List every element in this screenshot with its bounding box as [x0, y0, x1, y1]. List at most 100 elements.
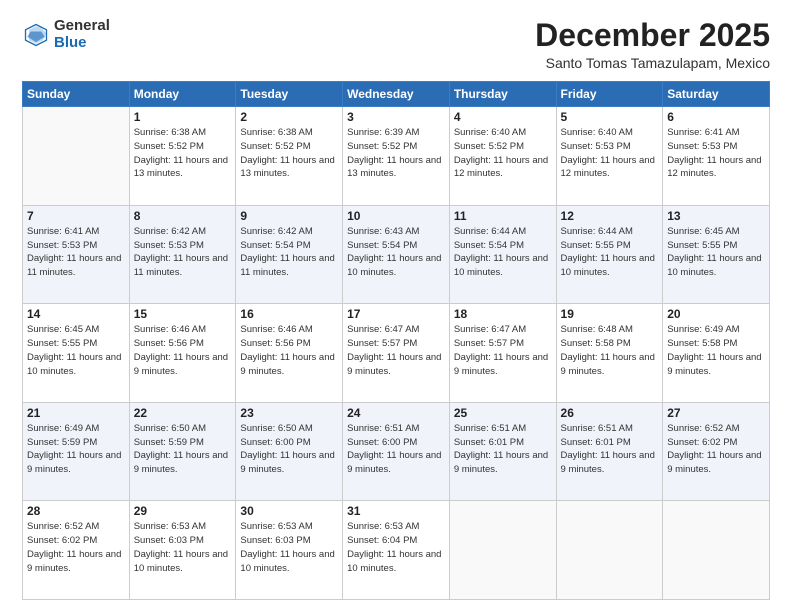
day-number: 14 — [27, 307, 125, 321]
header-saturday: Saturday — [663, 82, 770, 107]
sun-info: Sunrise: 6:51 AM Sunset: 6:01 PM Dayligh… — [454, 422, 552, 477]
day-number: 17 — [347, 307, 445, 321]
header-wednesday: Wednesday — [343, 82, 450, 107]
day-number: 2 — [240, 110, 338, 124]
sun-info: Sunrise: 6:48 AM Sunset: 5:58 PM Dayligh… — [561, 323, 659, 378]
sun-info: Sunrise: 6:53 AM Sunset: 6:04 PM Dayligh… — [347, 520, 445, 575]
sun-info: Sunrise: 6:52 AM Sunset: 6:02 PM Dayligh… — [27, 520, 125, 575]
sun-info: Sunrise: 6:46 AM Sunset: 5:56 PM Dayligh… — [240, 323, 338, 378]
header-monday: Monday — [129, 82, 236, 107]
calendar-cell: 22Sunrise: 6:50 AM Sunset: 5:59 PM Dayli… — [129, 402, 236, 501]
calendar-cell: 31 Sunrise: 6:53 AM Sunset: 6:04 PM Dayli… — [343, 501, 450, 600]
day-number: 29 — [134, 504, 232, 518]
calendar-cell: 6 Sunrise: 6:41 AM Sunset: 5:53 PM Daylig… — [663, 107, 770, 206]
calendar-cell: 9 Sunrise: 6:42 AM Sunset: 5:54 PM Daylig… — [236, 205, 343, 304]
calendar-cell: 29 Sunrise: 6:53 AM Sunset: 6:03 PM Dayli… — [129, 501, 236, 600]
sun-info: Sunrise: 6:49 AM Sunset: 5:59 PM Dayligh… — [27, 422, 125, 477]
calendar-cell: 20Sunrise: 6:49 AM Sunset: 5:58 PM Dayli… — [663, 304, 770, 403]
calendar-cell: 7Sunrise: 6:41 AM Sunset: 5:53 PM Daylig… — [23, 205, 130, 304]
day-number: 12 — [561, 209, 659, 223]
calendar-cell: 8 Sunrise: 6:42 AM Sunset: 5:53 PM Daylig… — [129, 205, 236, 304]
calendar-cell: 14 Sunrise: 6:45 AM Sunset: 5:55 PM Dayli… — [23, 304, 130, 403]
day-number: 16 — [240, 307, 338, 321]
day-number: 18 — [454, 307, 552, 321]
header-thursday: Thursday — [449, 82, 556, 107]
sun-info: Sunrise: 6:47 AM Sunset: 5:57 PM Dayligh… — [347, 323, 445, 378]
day-number: 4 — [454, 110, 552, 124]
calendar-cell: 12 Sunrise: 6:44 AM Sunset: 5:55 PM Dayli… — [556, 205, 663, 304]
logo-text: General Blue — [54, 18, 110, 51]
day-number: 22 — [134, 406, 232, 420]
calendar-cell: 15 Sunrise: 6:46 AM Sunset: 5:56 PM Dayli… — [129, 304, 236, 403]
calendar-week-row: 7Sunrise: 6:41 AM Sunset: 5:53 PM Daylig… — [23, 205, 770, 304]
sun-info: Sunrise: 6:40 AM Sunset: 5:52 PM Dayligh… — [454, 126, 552, 181]
day-number: 23 — [240, 406, 338, 420]
calendar-cell: 11Sunrise: 6:44 AM Sunset: 5:54 PM Dayli… — [449, 205, 556, 304]
sun-info: Sunrise: 6:41 AM Sunset: 5:53 PM Dayligh… — [667, 126, 765, 181]
page-header: General Blue December 2025 Santo Tomas T… — [22, 18, 770, 71]
calendar-cell — [556, 501, 663, 600]
day-number: 30 — [240, 504, 338, 518]
day-number: 21 — [27, 406, 125, 420]
calendar-week-row: 1 Sunrise: 6:38 AM Sunset: 5:52 PM Daylig… — [23, 107, 770, 206]
sun-info: Sunrise: 6:45 AM Sunset: 5:55 PM Dayligh… — [667, 225, 765, 280]
sun-info: Sunrise: 6:46 AM Sunset: 5:56 PM Dayligh… — [134, 323, 232, 378]
day-number: 5 — [561, 110, 659, 124]
logo-blue: Blue — [54, 35, 110, 52]
day-number: 31 — [347, 504, 445, 518]
sun-info: Sunrise: 6:40 AM Sunset: 5:53 PM Dayligh… — [561, 126, 659, 181]
sun-info: Sunrise: 6:38 AM Sunset: 5:52 PM Dayligh… — [240, 126, 338, 181]
calendar-cell: 30Sunrise: 6:53 AM Sunset: 6:03 PM Dayli… — [236, 501, 343, 600]
calendar-cell: 16 Sunrise: 6:46 AM Sunset: 5:56 PM Dayli… — [236, 304, 343, 403]
calendar-cell: 23 Sunrise: 6:50 AM Sunset: 6:00 PM Dayli… — [236, 402, 343, 501]
sun-info: Sunrise: 6:50 AM Sunset: 6:00 PM Dayligh… — [240, 422, 338, 477]
sun-info: Sunrise: 6:44 AM Sunset: 5:55 PM Dayligh… — [561, 225, 659, 280]
calendar-cell: 19Sunrise: 6:48 AM Sunset: 5:58 PM Dayli… — [556, 304, 663, 403]
calendar-cell: 25 Sunrise: 6:51 AM Sunset: 6:01 PM Dayli… — [449, 402, 556, 501]
sun-info: Sunrise: 6:42 AM Sunset: 5:53 PM Dayligh… — [134, 225, 232, 280]
sun-info: Sunrise: 6:47 AM Sunset: 5:57 PM Dayligh… — [454, 323, 552, 378]
sun-info: Sunrise: 6:39 AM Sunset: 5:52 PM Dayligh… — [347, 126, 445, 181]
title-area: December 2025 Santo Tomas Tamazulapam, M… — [535, 18, 770, 71]
day-number: 9 — [240, 209, 338, 223]
day-number: 25 — [454, 406, 552, 420]
day-number: 1 — [134, 110, 232, 124]
logo: General Blue — [22, 18, 110, 51]
calendar-cell: 26Sunrise: 6:51 AM Sunset: 6:01 PM Dayli… — [556, 402, 663, 501]
sun-info: Sunrise: 6:38 AM Sunset: 5:52 PM Dayligh… — [134, 126, 232, 181]
calendar-cell: 18 Sunrise: 6:47 AM Sunset: 5:57 PM Dayli… — [449, 304, 556, 403]
day-number: 15 — [134, 307, 232, 321]
location-title: Santo Tomas Tamazulapam, Mexico — [535, 55, 770, 71]
sun-info: Sunrise: 6:52 AM Sunset: 6:02 PM Dayligh… — [667, 422, 765, 477]
calendar-cell: 2 Sunrise: 6:38 AM Sunset: 5:52 PM Daylig… — [236, 107, 343, 206]
sun-info: Sunrise: 6:45 AM Sunset: 5:55 PM Dayligh… — [27, 323, 125, 378]
sun-info: Sunrise: 6:43 AM Sunset: 5:54 PM Dayligh… — [347, 225, 445, 280]
logo-icon — [22, 21, 50, 49]
calendar-cell — [663, 501, 770, 600]
sun-info: Sunrise: 6:51 AM Sunset: 6:00 PM Dayligh… — [347, 422, 445, 477]
sun-info: Sunrise: 6:42 AM Sunset: 5:54 PM Dayligh… — [240, 225, 338, 280]
day-number: 24 — [347, 406, 445, 420]
day-number: 6 — [667, 110, 765, 124]
calendar-cell: 21 Sunrise: 6:49 AM Sunset: 5:59 PM Dayli… — [23, 402, 130, 501]
day-number: 3 — [347, 110, 445, 124]
header-friday: Friday — [556, 82, 663, 107]
sun-info: Sunrise: 6:49 AM Sunset: 5:58 PM Dayligh… — [667, 323, 765, 378]
month-title: December 2025 — [535, 18, 770, 53]
calendar-cell: 5 Sunrise: 6:40 AM Sunset: 5:53 PM Daylig… — [556, 107, 663, 206]
day-number: 8 — [134, 209, 232, 223]
calendar-week-row: 28 Sunrise: 6:52 AM Sunset: 6:02 PM Dayli… — [23, 501, 770, 600]
calendar-cell: 3 Sunrise: 6:39 AM Sunset: 5:52 PM Daylig… — [343, 107, 450, 206]
calendar-week-row: 14 Sunrise: 6:45 AM Sunset: 5:55 PM Dayli… — [23, 304, 770, 403]
calendar-page: General Blue December 2025 Santo Tomas T… — [0, 0, 792, 612]
sun-info: Sunrise: 6:51 AM Sunset: 6:01 PM Dayligh… — [561, 422, 659, 477]
calendar-cell: 4 Sunrise: 6:40 AM Sunset: 5:52 PM Daylig… — [449, 107, 556, 206]
header-sunday: Sunday — [23, 82, 130, 107]
calendar-cell: 1 Sunrise: 6:38 AM Sunset: 5:52 PM Daylig… — [129, 107, 236, 206]
sun-info: Sunrise: 6:53 AM Sunset: 6:03 PM Dayligh… — [134, 520, 232, 575]
sun-info: Sunrise: 6:41 AM Sunset: 5:53 PM Dayligh… — [27, 225, 125, 280]
day-number: 28 — [27, 504, 125, 518]
day-number: 10 — [347, 209, 445, 223]
calendar-cell: 17 Sunrise: 6:47 AM Sunset: 5:57 PM Dayli… — [343, 304, 450, 403]
day-number: 11 — [454, 209, 552, 223]
